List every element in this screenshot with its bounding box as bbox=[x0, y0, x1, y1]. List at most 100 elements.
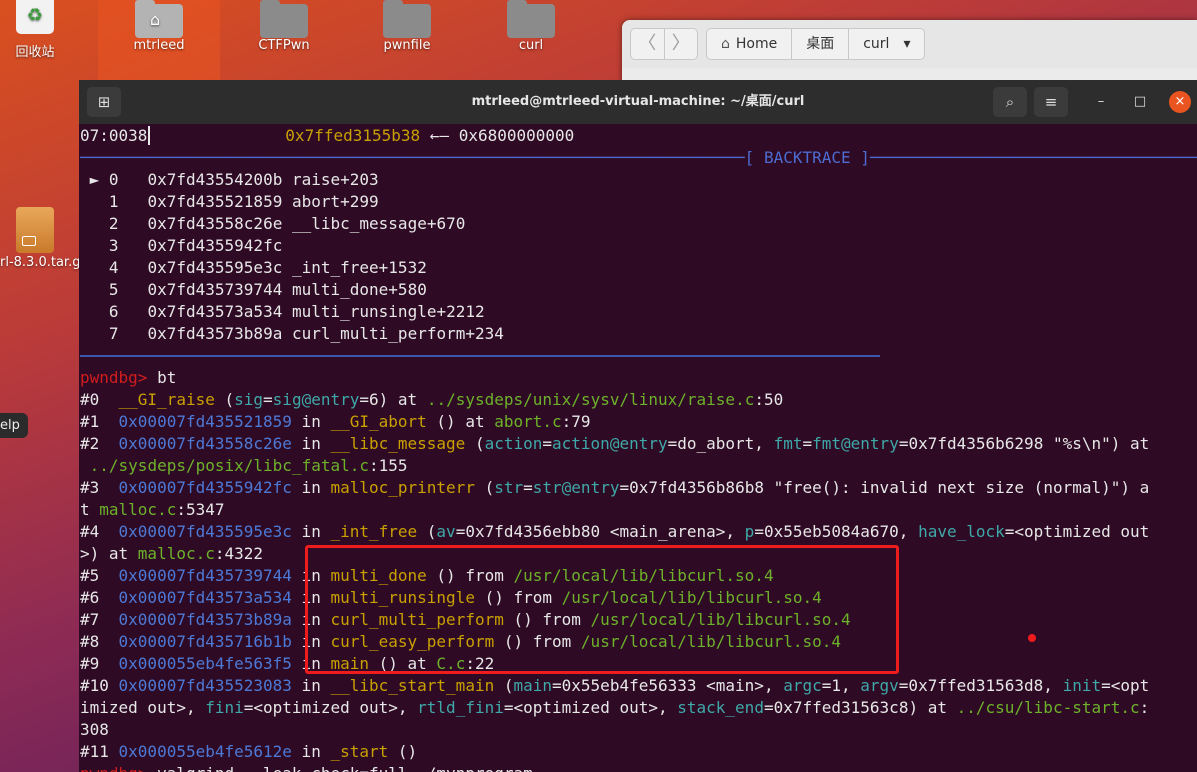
terminal-output[interactable]: 07:0038 0x7ffed3155b38 ←— 0x6800000000 ─… bbox=[80, 125, 1197, 772]
bt-token: argv bbox=[860, 676, 899, 695]
bt-token: #10 bbox=[80, 676, 119, 695]
back-button[interactable]: 〈 bbox=[631, 29, 665, 59]
prompt-line: pwndbg> bt bbox=[80, 367, 1197, 389]
bt-token: /usr/local/lib/libcurl.so.4 bbox=[580, 632, 842, 651]
close-icon: × bbox=[1174, 94, 1186, 109]
stack-address: 0x7ffed3155b38 bbox=[285, 126, 421, 145]
stack-line: 07:0038 0x7ffed3155b38 ←— 0x6800000000 bbox=[80, 125, 1197, 147]
history-nav: 〈 〉 bbox=[630, 28, 698, 60]
bt-token: #1 bbox=[80, 412, 119, 431]
bt-token: = bbox=[263, 390, 273, 409]
terminal-titlebar[interactable]: ⊞ mtrleed@mtrleed-virtual-machine: ~/桌面/… bbox=[79, 80, 1197, 124]
backtrace-frame: 4 0x7fd435595e3c _int_free+1532 bbox=[80, 257, 1197, 279]
forward-button[interactable]: 〉 bbox=[665, 29, 698, 59]
bt-token: #4 bbox=[80, 522, 119, 541]
bt-token: t bbox=[80, 500, 100, 519]
folder-icon bbox=[260, 0, 308, 38]
desktop-icon-pwnfile-folder[interactable]: pwnfile bbox=[348, 0, 466, 60]
frame-index: 5 bbox=[108, 280, 119, 299]
bt-line: pwndbg> valgrind --leak-check=full ./myn… bbox=[80, 763, 1197, 772]
bt-token: ../csu/libc-start.c bbox=[956, 698, 1140, 717]
pointer-arrow: ←— bbox=[420, 126, 459, 145]
breadcrumb-item-desktop[interactable]: 桌面 bbox=[792, 29, 850, 59]
bt-token: =0x55eb4fe56333 <main>, bbox=[552, 676, 784, 695]
bt-token: : bbox=[1139, 698, 1150, 717]
bt-token: in bbox=[291, 566, 331, 585]
folder-icon bbox=[383, 0, 431, 38]
frame-address: 0x7fd435739744 bbox=[147, 280, 283, 299]
bt-token: :155 bbox=[369, 456, 408, 475]
frame-index: 0 bbox=[108, 170, 119, 189]
backtrace-footer-rule bbox=[80, 345, 880, 357]
bt-token: () from bbox=[426, 566, 514, 585]
desktop-icon-home-folder[interactable]: ⌂ mtrleed bbox=[98, 0, 220, 80]
bt-token: fmt@entry bbox=[812, 434, 899, 453]
bt-token: ( bbox=[474, 478, 495, 497]
desktop-icon-label: pwnfile bbox=[383, 38, 431, 53]
bt-token: #3 bbox=[80, 478, 119, 497]
terminal-window[interactable]: ⊞ mtrleed@mtrleed-virtual-machine: ~/桌面/… bbox=[79, 80, 1197, 772]
minimize-button[interactable]: – bbox=[1090, 91, 1112, 113]
backtrace-frames: ► 0 0x7fd43554200b raise+203 1 0x7fd4355… bbox=[80, 169, 1197, 345]
bt-token: pwndbg> bbox=[80, 764, 147, 772]
bt-token: curl_easy_perform bbox=[330, 632, 495, 651]
frame-marker bbox=[90, 302, 100, 321]
bt-line: #6 0x00007fd43573a534 in multi_runsingle… bbox=[80, 587, 1197, 609]
bt-token: main bbox=[330, 654, 369, 673]
close-button[interactable]: × bbox=[1169, 91, 1191, 113]
bt-token: action@entry bbox=[552, 434, 668, 453]
chevron-down-icon[interactable]: ▾ bbox=[903, 29, 910, 59]
desktop-icon-label: curl bbox=[518, 38, 544, 53]
bt-token: fini bbox=[205, 698, 244, 717]
frame-marker bbox=[90, 324, 100, 343]
bt-token: 0x000055eb4fe5612e bbox=[118, 742, 292, 761]
annotation-dot bbox=[1028, 634, 1036, 642]
frame-address: 0x7fd435521859 bbox=[147, 192, 283, 211]
bt-token: ( bbox=[417, 522, 437, 541]
frame-symbol: multi_runsingle+2212 bbox=[291, 302, 485, 321]
bt-token: =0x7fd4356ebb80 <main_arena>, bbox=[455, 522, 745, 541]
backtrace-frame: ► 0 0x7fd43554200b raise+203 bbox=[80, 169, 1197, 191]
frame-symbol: __libc_message+670 bbox=[291, 214, 466, 233]
bt-token: #8 bbox=[80, 632, 119, 651]
bt-line: imized out>, fini=<optimized out>, rtld_… bbox=[80, 697, 1197, 719]
bt-token: C.c bbox=[436, 654, 466, 673]
bt-token: () from bbox=[474, 588, 562, 607]
breadcrumb-item-home[interactable]: ⌂ Home bbox=[707, 29, 793, 59]
bt-token: in bbox=[291, 742, 331, 761]
search-button[interactable]: ⌕ bbox=[993, 87, 1027, 117]
bt-token: =1, bbox=[821, 676, 861, 695]
frame-address: 0x7fd435595e3c bbox=[147, 258, 283, 277]
bt-token: str@entry bbox=[532, 478, 620, 497]
archive-icon bbox=[16, 207, 54, 253]
bt-token: curl_multi_perform bbox=[330, 610, 504, 629]
frame-symbol: abort+299 bbox=[291, 192, 379, 211]
bt-token: :79 bbox=[561, 412, 591, 431]
maximize-button[interactable]: □ bbox=[1129, 91, 1151, 113]
menu-button[interactable]: ≡ bbox=[1034, 87, 1068, 117]
bt-token: :4322 bbox=[214, 544, 264, 563]
bt-line: #10 0x00007fd435523083 in __libc_start_m… bbox=[80, 675, 1197, 697]
desktop-icon-curl-folder[interactable]: curl bbox=[472, 0, 590, 60]
bt-token: #6 bbox=[80, 588, 119, 607]
folder-icon bbox=[507, 0, 555, 38]
bt-token: () from bbox=[494, 632, 581, 651]
bt-line: 308 bbox=[80, 719, 1197, 741]
bt-token: ( bbox=[494, 676, 514, 695]
desktop-icon-label: CTFPwn bbox=[258, 38, 310, 53]
command: bt bbox=[147, 368, 177, 387]
desktop-icon-trash[interactable]: ♻ 回收站 bbox=[0, 0, 70, 60]
bt-token: ( bbox=[465, 434, 485, 453]
breadcrumb-item-curl[interactable]: curl ▾ bbox=[849, 29, 924, 59]
bt-token: valgrind --leak-check=full ./mynprogram bbox=[147, 764, 533, 772]
backtrace-frame: 2 0x7fd43558c26e __libc_message+670 bbox=[80, 213, 1197, 235]
file-manager-headerbar: 〈 〉 ⌂ Home 桌面 curl ▾ bbox=[622, 20, 1197, 68]
frame-marker bbox=[90, 236, 100, 255]
bt-line: #5 0x00007fd435739744 in multi_done () f… bbox=[80, 565, 1197, 587]
desktop-icon-ctfpwn-folder[interactable]: CTFPwn bbox=[225, 0, 343, 60]
backtrace-frame: 7 0x7fd43573b89a curl_multi_perform+234 bbox=[80, 323, 1197, 345]
bt-token: multi_done bbox=[330, 566, 427, 585]
bt-token: imized out>, bbox=[80, 698, 206, 717]
bt-token: () at bbox=[368, 654, 437, 673]
bt-token: p bbox=[744, 522, 755, 541]
